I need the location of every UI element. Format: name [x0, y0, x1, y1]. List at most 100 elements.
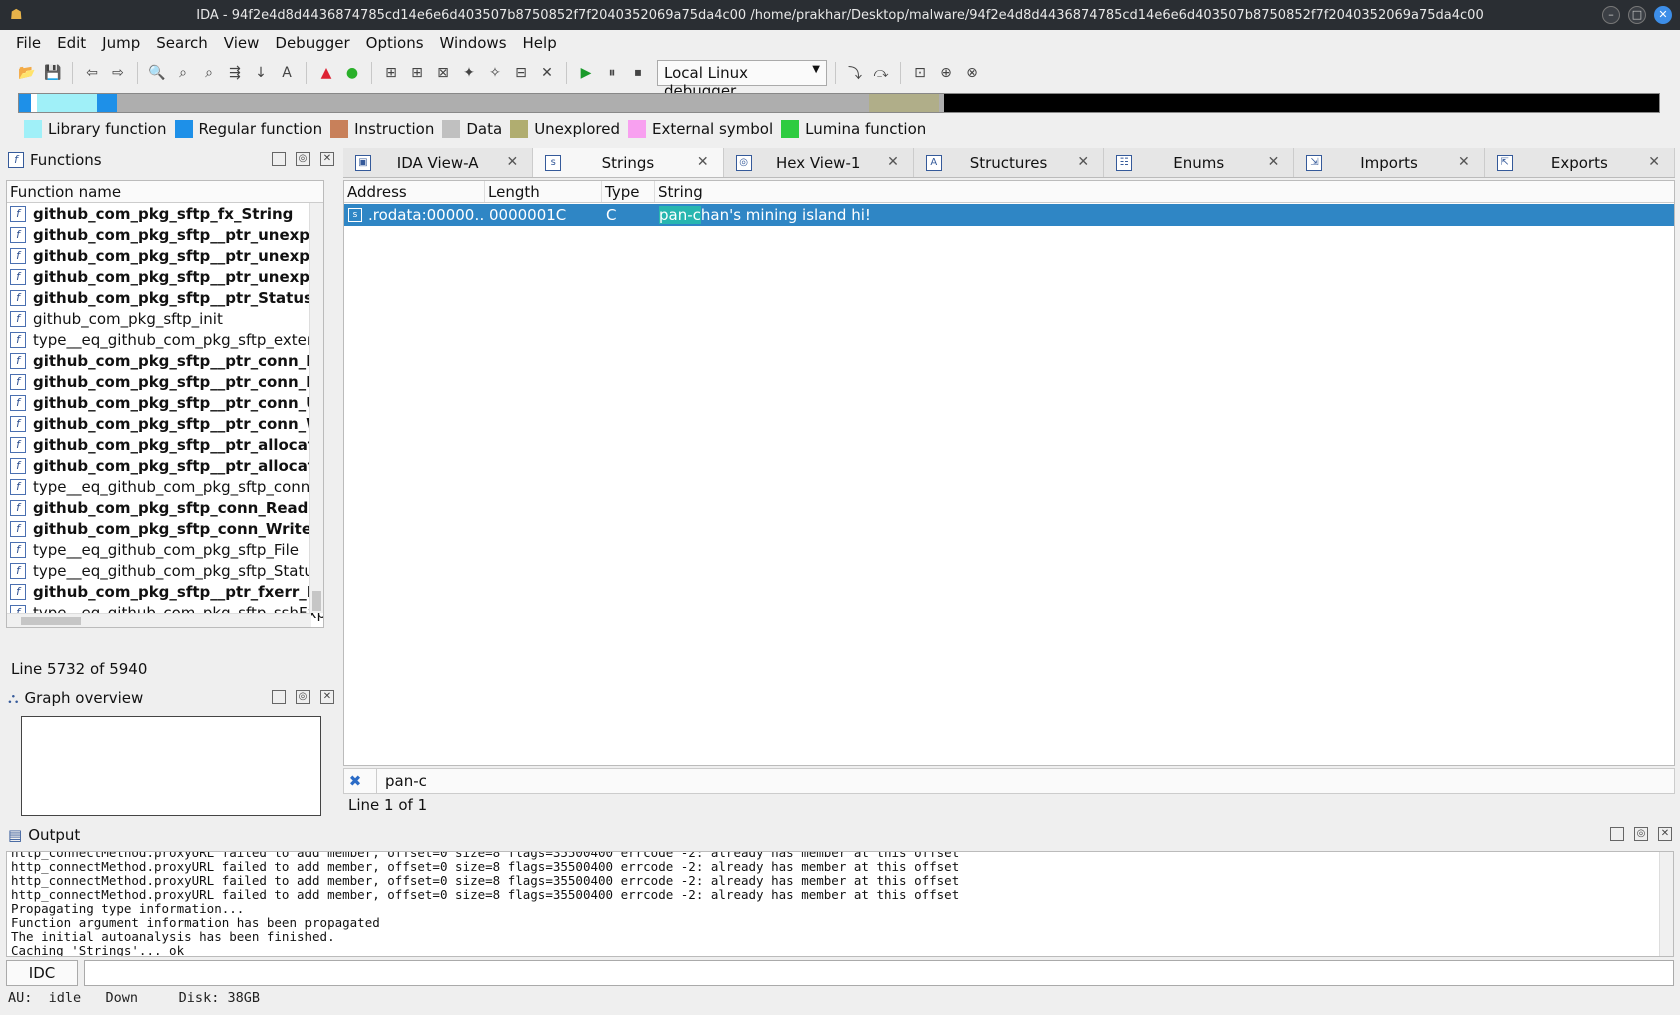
menu-options[interactable]: Options — [358, 34, 432, 52]
strings-table[interactable]: Address Length Type String s .rodata:000… — [343, 180, 1675, 766]
close-button[interactable]: ✕ — [1654, 6, 1672, 24]
graph-icon-6[interactable]: ⊟ — [510, 62, 532, 84]
menu-search[interactable]: Search — [148, 34, 216, 52]
search-immediate-icon[interactable]: ⌕ — [198, 62, 220, 84]
tab-enums[interactable]: ☷ Enums ✕ — [1104, 148, 1295, 177]
function-row[interactable]: f type__eq_github_com_pkg_sftp_File — [7, 539, 323, 560]
tab-close-icon[interactable]: ✕ — [697, 154, 709, 170]
function-row[interactable]: f github_com_pkg_sftp__ptr_conn_Write — [7, 413, 323, 434]
graph-icon-3[interactable]: ⊠ — [432, 62, 454, 84]
tab-close-icon[interactable]: ✕ — [1458, 154, 1470, 170]
table-row[interactable]: s .rodata:00000… 0000001C C pan-chan's m… — [344, 204, 1674, 226]
functions-vscroll[interactable] — [309, 203, 323, 613]
panel-close-icon[interactable]: ✕ — [1658, 827, 1672, 841]
filter-input[interactable]: pan-c — [376, 769, 427, 793]
functions-list[interactable]: Function name f github_com_pkg_sftp_fx_St… — [6, 180, 324, 628]
search-next-icon[interactable]: ⇶ — [224, 62, 246, 84]
panel-float-icon[interactable]: ◎ — [296, 152, 310, 166]
tab-hex-view-1[interactable]: ◎ Hex View-1 ✕ — [724, 148, 914, 177]
panel-close-icon[interactable]: ✕ — [320, 690, 334, 704]
play-icon[interactable]: ▶ — [575, 62, 597, 84]
function-row[interactable]: f github_com_pkg_sftp_init — [7, 308, 323, 329]
tab-structures[interactable]: A Structures ✕ — [914, 148, 1105, 177]
debugger-select[interactable]: Local Linux debugger ▼ — [657, 60, 827, 100]
graph-icon-5[interactable]: ✧ — [484, 62, 506, 84]
panel-restore-icon[interactable] — [272, 690, 286, 704]
graph-icon-1[interactable]: ⊞ — [380, 62, 402, 84]
save-icon[interactable]: 💾 — [42, 62, 64, 84]
menu-file[interactable]: File — [8, 34, 49, 52]
tab-ida-view-a[interactable]: ▣ IDA View-A ✕ — [343, 148, 534, 177]
delete-icon[interactable]: ✕ — [536, 62, 558, 84]
col-string[interactable]: String — [655, 181, 1674, 202]
functions-hscroll[interactable] — [7, 613, 311, 627]
function-row[interactable]: f github_com_pkg_sftp__ptr_unexpectedPack… — [7, 224, 323, 245]
tab-imports[interactable]: ⇲ Imports ✕ — [1294, 148, 1485, 177]
tab-close-icon[interactable]: ✕ — [1077, 154, 1089, 170]
minimize-button[interactable]: – — [1602, 6, 1620, 24]
output-vscroll[interactable] — [1659, 852, 1673, 956]
search-binary-icon[interactable]: ⌕ — [172, 62, 194, 84]
function-row[interactable]: f github_com_pkg_sftp__ptr_allocator_Unlo… — [7, 455, 323, 476]
function-row[interactable]: f type__eq_github_com_pkg_sftp_StatusErro… — [7, 560, 323, 581]
open-file-icon[interactable]: 📂 — [16, 62, 38, 84]
command-input[interactable] — [84, 960, 1674, 986]
window-title: IDA - 94f2e4d8d4436874785cd14e6e6d403507… — [196, 7, 1484, 23]
col-type[interactable]: Type — [602, 181, 655, 202]
function-row[interactable]: f github_com_pkg_sftp__ptr_StatusError_Er… — [7, 287, 323, 308]
step-into-icon[interactable]: ⤵ — [844, 62, 866, 84]
pause-icon[interactable]: ⏸ — [601, 62, 623, 84]
maximize-button[interactable]: □ — [1628, 6, 1646, 24]
function-row[interactable]: f github_com_pkg_sftp__ptr_conn_Read — [7, 371, 323, 392]
col-address[interactable]: Address — [344, 181, 485, 202]
navigation-band[interactable] — [18, 93, 1660, 113]
col-length[interactable]: Length — [485, 181, 602, 202]
tab-close-icon[interactable]: ✕ — [1268, 154, 1280, 170]
add-breakpoint-icon[interactable]: ⊕ — [935, 62, 957, 84]
graph-icon-4[interactable]: ✦ — [458, 62, 480, 84]
graph-icon-2[interactable]: ⊞ — [406, 62, 428, 84]
output-console[interactable]: http_connectMethod.proxyURL failed to ad… — [6, 851, 1674, 957]
function-row[interactable]: f github_com_pkg_sftp_conn_Read — [7, 497, 323, 518]
function-row[interactable]: f type__eq_github_com_pkg_sftp_extensionP… — [7, 329, 323, 350]
tab-close-icon[interactable]: ✕ — [507, 154, 519, 170]
forward-icon[interactable]: ⇨ — [107, 62, 129, 84]
step-over-icon[interactable]: ⤼ — [870, 62, 892, 84]
menu-help[interactable]: Help — [515, 34, 565, 52]
function-row[interactable]: f github_com_pkg_sftp__ptr_allocator_Lock — [7, 434, 323, 455]
panel-restore-icon[interactable] — [1610, 827, 1624, 841]
back-icon[interactable]: ⇦ — [81, 62, 103, 84]
jump-down-icon[interactable]: ↓ — [250, 62, 272, 84]
function-row[interactable]: f github_com_pkg_sftp_fx_String — [7, 203, 323, 224]
menu-debugger[interactable]: Debugger — [267, 34, 357, 52]
menu-view[interactable]: View — [216, 34, 268, 52]
clear-filter-icon[interactable]: ✖ — [344, 772, 366, 790]
graph-overview-canvas[interactable] — [21, 716, 321, 816]
panel-float-icon[interactable]: ◎ — [296, 690, 310, 704]
function-row[interactable]: f github_com_pkg_sftp_conn_Write — [7, 518, 323, 539]
function-row[interactable]: f github_com_pkg_sftp__ptr_conn_Unlock — [7, 392, 323, 413]
stop-icon[interactable]: ⏹ — [627, 62, 649, 84]
menu-edit[interactable]: Edit — [49, 34, 94, 52]
tab-close-icon[interactable]: ✕ — [1648, 154, 1660, 170]
breakpoints-icon[interactable]: ⊡ — [909, 62, 931, 84]
function-row[interactable]: f github_com_pkg_sftp__ptr_conn_Lock — [7, 350, 323, 371]
function-row[interactable]: f github_com_pkg_sftp__ptr_fxerr_Error — [7, 581, 323, 602]
tab-strings[interactable]: s Strings ✕ — [533, 148, 724, 177]
panel-restore-icon[interactable] — [272, 152, 286, 166]
menu-jump[interactable]: Jump — [94, 34, 148, 52]
function-row[interactable]: f github_com_pkg_sftp__ptr_unexpectedIDEr… — [7, 245, 323, 266]
menu-windows[interactable]: Windows — [432, 34, 515, 52]
warning-icon[interactable]: ▲ — [315, 62, 337, 84]
tab-close-icon[interactable]: ✕ — [887, 154, 899, 170]
text-font-icon[interactable]: A — [276, 62, 298, 84]
tab-exports[interactable]: ⇱ Exports ✕ — [1485, 148, 1675, 177]
panel-float-icon[interactable]: ◎ — [1634, 827, 1648, 841]
function-row[interactable]: f type__eq_github_com_pkg_sftp_conn — [7, 476, 323, 497]
panel-close-icon[interactable]: ✕ — [320, 152, 334, 166]
idc-button[interactable]: IDC — [6, 960, 78, 986]
remove-breakpoint-icon[interactable]: ⊗ — [961, 62, 983, 84]
function-name-header[interactable]: Function name — [7, 181, 323, 203]
function-row[interactable]: f github_com_pkg_sftp__ptr_unexpectedVers… — [7, 266, 323, 287]
search-text-icon[interactable]: 🔍 — [146, 62, 168, 84]
